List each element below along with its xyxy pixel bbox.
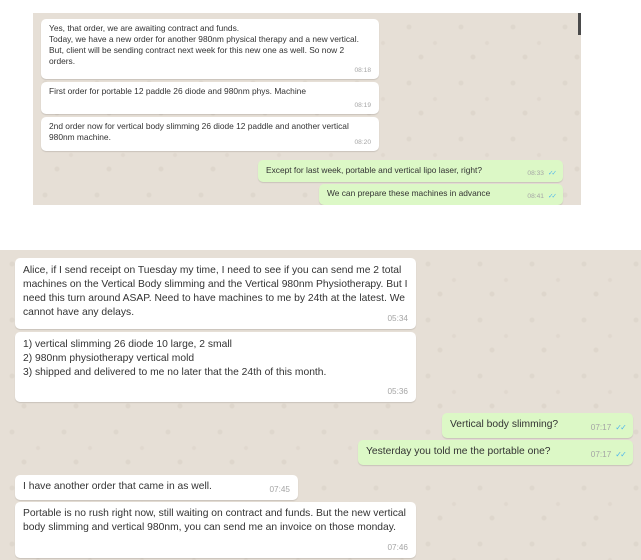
message-bubble-incoming[interactable]: 2nd order now for vertical body slimming…: [41, 117, 379, 151]
message-timestamp: 08:19: [354, 102, 371, 109]
message-bubble-outgoing[interactable]: We can prepare these machines in advance…: [319, 184, 563, 205]
double-check-read-icon: ✓✓: [615, 423, 627, 432]
message-bubble-outgoing[interactable]: Vertical body slimming? 07:17 ✓✓: [442, 413, 633, 438]
message-timestamp: 08:18: [354, 67, 371, 74]
message-timestamp: 07:17 ✓✓: [590, 450, 627, 459]
message-text: 2nd order now for vertical body slimming…: [49, 121, 349, 142]
double-check-read-icon: ✓✓: [615, 450, 627, 459]
message-timestamp: 05:34: [387, 314, 409, 323]
message-bubble-incoming[interactable]: Yes, that order, we are awaiting contrac…: [41, 19, 379, 79]
message-bubble-incoming[interactable]: Alice, if I send receipt on Tuesday my t…: [15, 258, 416, 329]
message-text: Yesterday you told me the portable one?: [366, 446, 551, 457]
message-bubble-incoming[interactable]: 1) vertical slimming 26 diode 10 large, …: [15, 332, 416, 402]
message-bubble-outgoing[interactable]: Except for last week, portable and verti…: [258, 160, 563, 182]
message-bubble-incoming[interactable]: First order for portable 12 paddle 26 di…: [41, 82, 379, 114]
message-bubble-incoming[interactable]: Portable is no rush right now, still wai…: [15, 502, 416, 558]
message-text: Alice, if I send receipt on Tuesday my t…: [23, 265, 408, 318]
message-text: We can prepare these machines in advance: [327, 188, 491, 198]
message-text: I have another order that came in as wel…: [23, 481, 212, 492]
message-timestamp: 08:41 ✓✓: [527, 193, 557, 200]
message-text: Except for last week, portable and verti…: [266, 165, 482, 175]
message-bubble-outgoing[interactable]: Yesterday you told me the portable one? …: [358, 440, 633, 465]
message-timestamp: 08:33 ✓✓: [527, 170, 557, 177]
message-timestamp: 07:45: [269, 485, 291, 494]
message-text: Yes, that order, we are awaiting contrac…: [49, 23, 359, 66]
message-timestamp: 07:17 ✓✓: [590, 423, 627, 432]
message-text: First order for portable 12 paddle 26 di…: [49, 86, 306, 96]
message-timestamp: 05:36: [387, 387, 409, 396]
message-timestamp: 07:46: [387, 543, 409, 552]
scrollbar[interactable]: [578, 13, 581, 35]
message-text: 1) vertical slimming 26 diode 10 large, …: [23, 339, 327, 378]
message-timestamp: 08:20: [354, 139, 371, 146]
chat-panel-top: Yes, that order, we are awaiting contrac…: [33, 13, 581, 205]
chat-panel-bottom: Alice, if I send receipt on Tuesday my t…: [0, 250, 641, 560]
double-check-read-icon: ✓✓: [547, 193, 557, 200]
message-bubble-incoming[interactable]: I have another order that came in as wel…: [15, 475, 298, 500]
double-check-read-icon: ✓✓: [547, 170, 557, 177]
message-text: Portable is no rush right now, still wai…: [23, 508, 406, 533]
